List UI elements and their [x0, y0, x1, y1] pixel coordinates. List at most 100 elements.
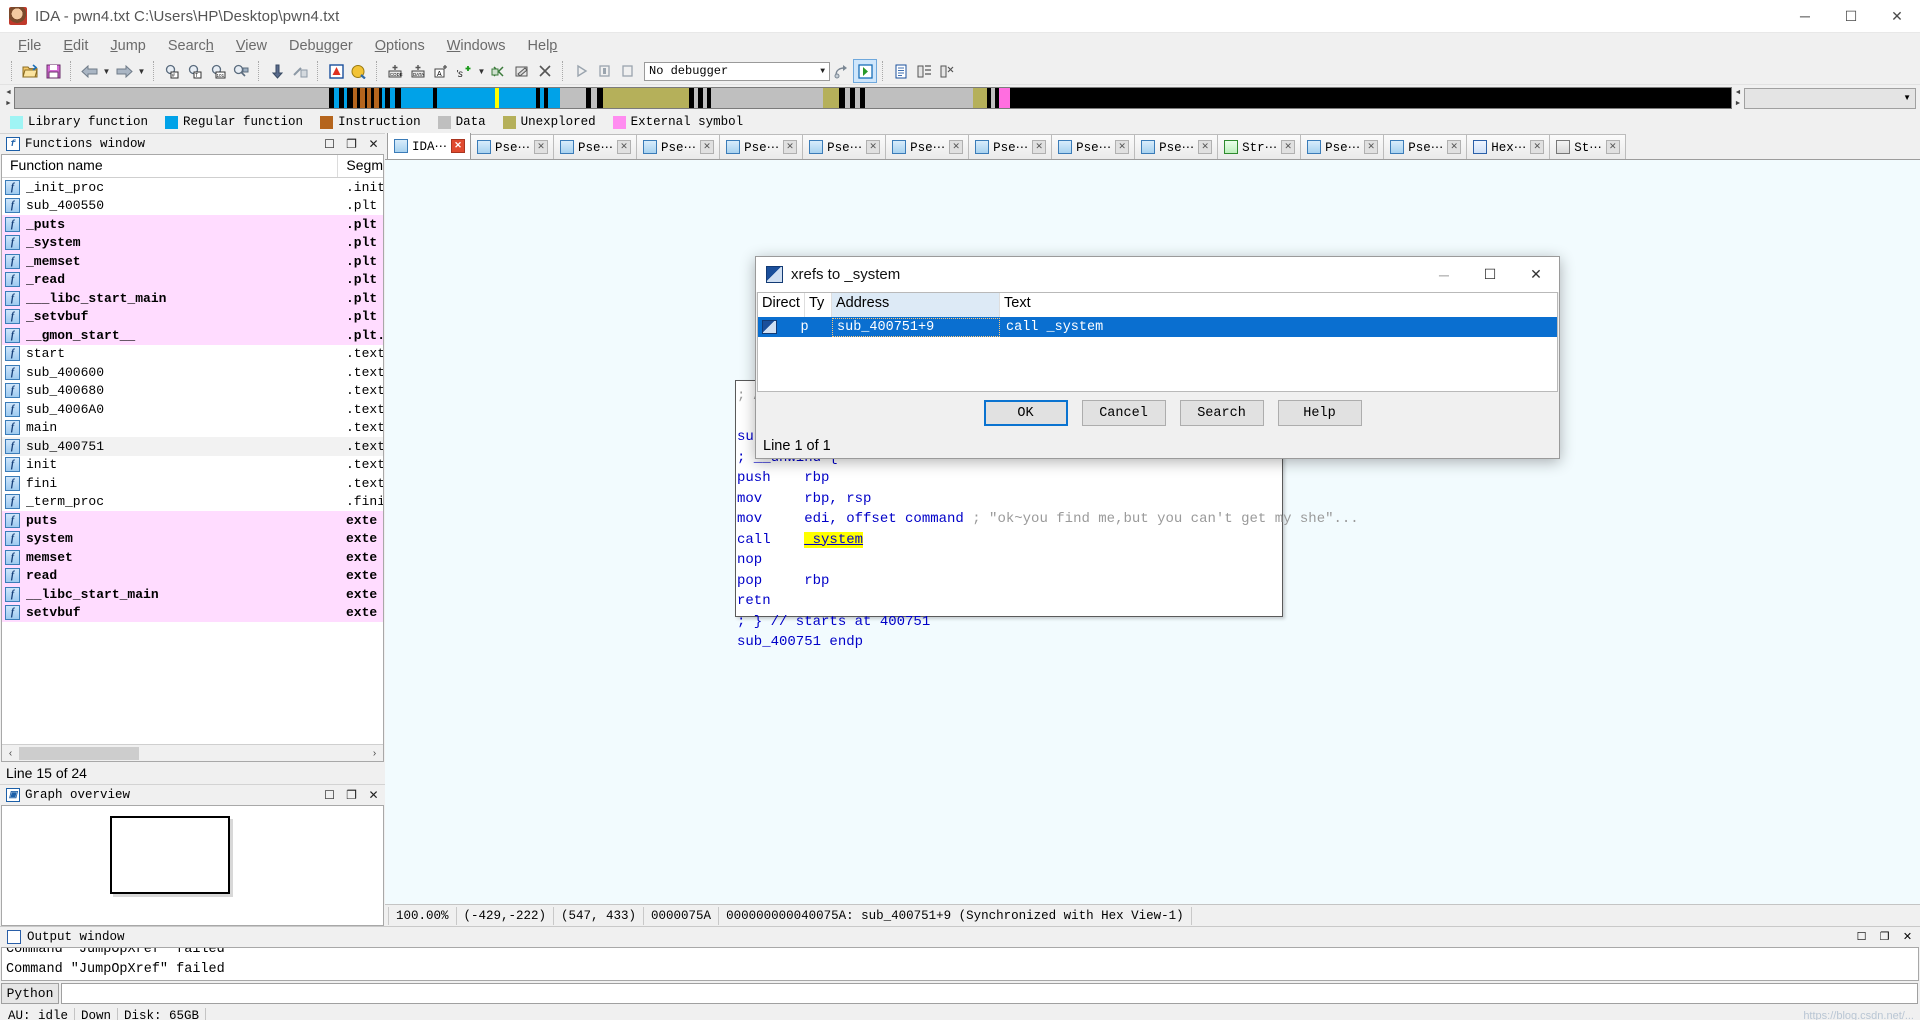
xrefs-minimize-button[interactable]: ─ — [1421, 257, 1467, 292]
close-icon[interactable]: ✕ — [1032, 140, 1047, 154]
output-window-undock-button[interactable]: ❐ — [1876, 930, 1893, 944]
xrefs-dialog[interactable]: xrefs to _system ─ ☐ ✕ Direct Ty Address… — [755, 256, 1560, 459]
xrefs-maximize-button[interactable]: ☐ — [1467, 257, 1513, 292]
ok-button[interactable]: OK — [983, 400, 1068, 426]
functions-list[interactable]: f _init_proc .init f sub_400550 .plt f _puts .pl… — [2, 178, 383, 744]
column-header-function-name[interactable]: Function name — [2, 155, 339, 177]
function-list-row[interactable]: f read exte — [2, 566, 383, 585]
navigator-right-handle[interactable]: ◄ ► — [1732, 87, 1744, 109]
delete-icon[interactable] — [534, 60, 556, 82]
disassembly-line[interactable]: ; } // starts at 400751 — [737, 612, 1359, 633]
scroll-right-icon[interactable]: › — [366, 748, 383, 759]
menu-item-edit[interactable]: Edit — [52, 35, 99, 57]
close-button[interactable]: ✕ — [1874, 0, 1920, 33]
graph-overview-close-button[interactable]: ✕ — [365, 788, 382, 803]
view-tab-0[interactable]: IDA⋯ ✕ — [387, 133, 472, 159]
function-list-row[interactable]: f fini .text — [2, 474, 383, 493]
view-tab-2[interactable]: Pse⋯ ✕ — [553, 134, 638, 159]
menu-item-windows[interactable]: Windows — [436, 35, 517, 57]
function-list-row[interactable]: f main .text — [2, 419, 383, 438]
maximize-button[interactable]: ☐ — [1828, 0, 1874, 33]
function-list-row[interactable]: f start .text — [2, 345, 383, 364]
close-icon[interactable]: ✕ — [866, 140, 881, 154]
close-icon[interactable]: ✕ — [534, 140, 549, 154]
stop-icon[interactable] — [616, 60, 638, 82]
function-list-row[interactable]: f sub_400680 .text — [2, 382, 383, 401]
column-header-segment[interactable]: Segm — [338, 155, 383, 177]
close-icon[interactable]: ✕ — [1198, 140, 1213, 154]
view-tab-4[interactable]: Pse⋯ ✕ — [719, 134, 804, 159]
disassembly-line[interactable]: retn — [737, 591, 1359, 612]
view-tab-5[interactable]: Pse⋯ ✕ — [802, 134, 887, 159]
rename-icon[interactable] — [511, 60, 533, 82]
function-list-row[interactable]: f init .text — [2, 456, 383, 475]
disassembly-line[interactable]: mov edi, offset command ; "ok~you find m… — [737, 509, 1359, 530]
function-list-row[interactable]: f sub_400600 .text — [2, 363, 383, 382]
functions-window-close-button[interactable]: ✕ — [365, 137, 382, 152]
search-text-icon[interactable]: T — [184, 60, 206, 82]
back-arrow-icon[interactable] — [78, 60, 100, 82]
view-tab-3[interactable]: Pse⋯ ✕ — [636, 134, 721, 159]
disassembly-line[interactable]: mov rbp, rsp — [737, 489, 1359, 510]
lookup-icon[interactable] — [348, 60, 370, 82]
enums-icon[interactable] — [936, 60, 958, 82]
menu-item-options[interactable]: Options — [364, 35, 436, 57]
function-list-row[interactable]: f puts exte — [2, 511, 383, 530]
close-icon[interactable]: ✕ — [949, 140, 964, 154]
xrefs-table[interactable]: Direct Ty Address Text p sub_400751+9 ca… — [757, 292, 1558, 392]
make-data-icon[interactable]: DATA — [407, 60, 429, 82]
warning-icon[interactable] — [325, 60, 347, 82]
graph-overview-node[interactable] — [110, 816, 230, 894]
function-list-row[interactable]: f _term_proc .fini — [2, 493, 383, 512]
graph-overview-undock-button[interactable]: ❐ — [343, 788, 360, 803]
back-dropdown-icon[interactable]: ▼ — [101, 60, 112, 82]
pause-icon[interactable] — [593, 60, 615, 82]
debugger-select[interactable]: No debugger ▼ — [644, 61, 830, 81]
table-row[interactable]: p sub_400751+9 call _system — [758, 317, 1557, 337]
output-window-restore-button[interactable]: ☐ — [1853, 930, 1870, 944]
menu-item-file[interactable]: File — [7, 35, 52, 57]
open-file-icon[interactable] — [19, 60, 41, 82]
save-icon[interactable] — [42, 60, 64, 82]
close-icon[interactable]: ✕ — [617, 140, 632, 154]
command-input[interactable] — [61, 983, 1918, 1004]
function-list-row[interactable]: f memset exte — [2, 548, 383, 567]
run-icon[interactable] — [570, 60, 592, 82]
menu-item-search[interactable]: Search — [157, 35, 225, 57]
step-over-icon[interactable] — [831, 60, 853, 82]
function-list-row[interactable]: f __gmon_start__ .plt. — [2, 326, 383, 345]
close-icon[interactable]: ✕ — [451, 139, 466, 153]
search-hash-icon[interactable]: # — [161, 60, 183, 82]
close-icon[interactable]: ✕ — [1530, 140, 1545, 154]
close-icon[interactable]: ✕ — [700, 140, 715, 154]
function-list-row[interactable]: f system exte — [2, 529, 383, 548]
close-icon[interactable]: ✕ — [1447, 140, 1462, 154]
make-struct-icon[interactable]: 's — [453, 60, 475, 82]
help-button[interactable]: Help — [1277, 400, 1362, 426]
xrefs-close-button[interactable]: ✕ — [1513, 257, 1559, 292]
functions-window-undock-button[interactable]: ❐ — [343, 137, 360, 152]
struct-dropdown-icon[interactable]: ▼ — [476, 60, 487, 82]
view-tab-1[interactable]: Pse⋯ ✕ — [470, 134, 555, 159]
navigator-combo[interactable]: ▼ — [1744, 87, 1916, 109]
menu-item-debugger[interactable]: Debugger — [278, 35, 364, 57]
output-window-close-button[interactable]: ✕ — [1899, 930, 1916, 944]
python-mode-button[interactable]: Python — [1, 983, 59, 1004]
close-icon[interactable]: ✕ — [783, 140, 798, 154]
view-tab-11[interactable]: Pse⋯ ✕ — [1300, 134, 1385, 159]
function-list-row[interactable]: f setvbuf exte — [2, 603, 383, 622]
search-button[interactable]: Search — [1179, 400, 1264, 426]
menu-item-help[interactable]: Help — [517, 35, 569, 57]
function-list-row[interactable]: f sub_4006A0 .text — [2, 400, 383, 419]
close-icon[interactable]: ✕ — [1281, 140, 1296, 154]
navigator-left-handle[interactable]: ◄ ► — [3, 87, 14, 109]
view-tab-6[interactable]: Pse⋯ ✕ — [885, 134, 970, 159]
forward-arrow-icon[interactable] — [113, 60, 135, 82]
breakpoint-icon[interactable] — [853, 59, 877, 83]
function-list-row[interactable]: f sub_400751 .text — [2, 437, 383, 456]
function-list-row[interactable]: f _read .plt — [2, 270, 383, 289]
function-list-row[interactable]: f _setvbuf .plt — [2, 307, 383, 326]
column-header-type[interactable]: Ty — [805, 293, 832, 317]
functions-window-restore-button[interactable]: ☐ — [321, 137, 338, 152]
disassembly-line[interactable]: pop rbp — [737, 571, 1359, 592]
